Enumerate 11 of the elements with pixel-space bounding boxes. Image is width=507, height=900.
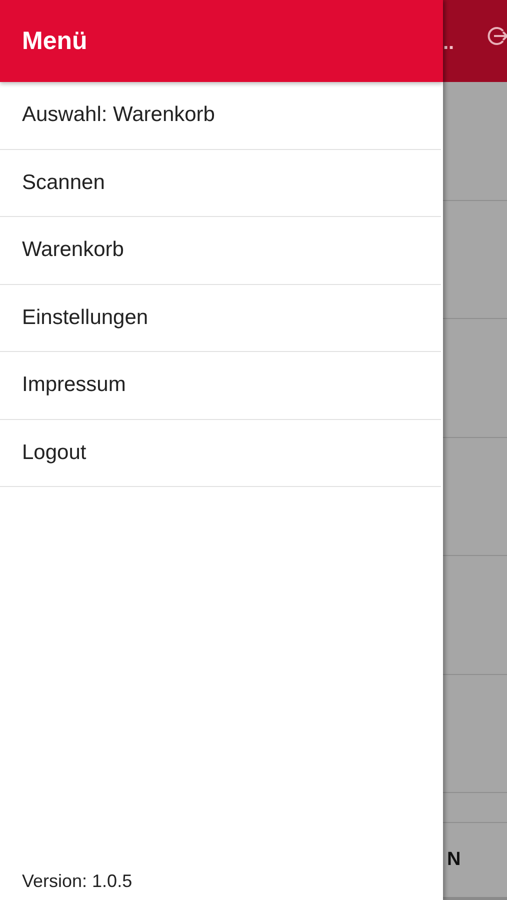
version-text: Version: 1.0.5 <box>21 871 134 893</box>
menu-item[interactable]: Scannen <box>0 150 441 217</box>
menu-item[interactable]: Logout <box>0 420 441 487</box>
menu-item[interactable]: Auswahl: Warenkorb <box>0 82 441 150</box>
app-title: .. <box>443 30 454 54</box>
menu-item[interactable]: Einstellungen <box>0 284 441 352</box>
footer-button[interactable]: N <box>447 849 461 871</box>
drawer-title: Menü <box>22 26 88 56</box>
logout-icon[interactable] <box>487 25 507 47</box>
menu-item[interactable]: Impressum <box>0 352 441 420</box>
menu-item[interactable]: Warenkorb <box>0 217 441 284</box>
